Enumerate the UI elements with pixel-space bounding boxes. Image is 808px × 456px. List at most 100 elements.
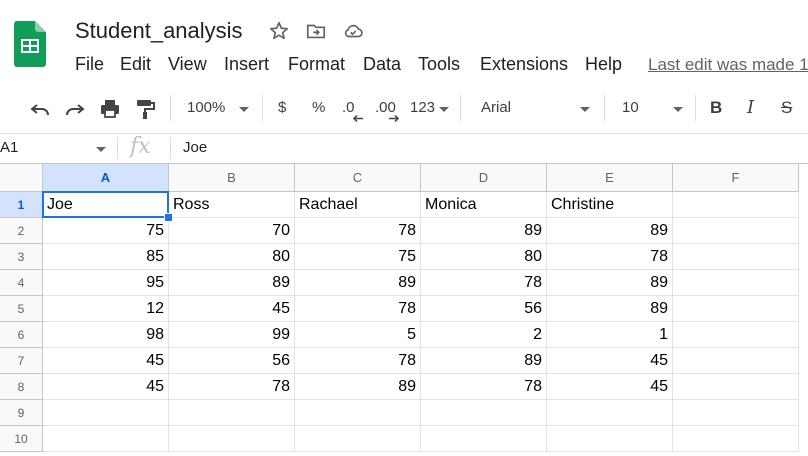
row-header-5[interactable]: 5	[0, 296, 43, 322]
font-size-dropdown-icon[interactable]	[673, 107, 683, 112]
cell-f9[interactable]	[673, 400, 799, 426]
cell-e3[interactable]: 78	[547, 244, 673, 270]
select-all-corner[interactable]	[0, 164, 43, 192]
menu-format[interactable]: Format	[288, 54, 345, 75]
paint-format-icon[interactable]	[133, 97, 157, 121]
cell-e7[interactable]: 45	[547, 348, 673, 374]
document-title[interactable]: Student_analysis	[75, 18, 243, 44]
currency-format-button[interactable]: $	[278, 99, 286, 116]
star-icon[interactable]	[268, 20, 290, 42]
move-to-folder-icon[interactable]	[305, 20, 327, 42]
row-header-2[interactable]: 2	[0, 218, 43, 244]
cell-f10[interactable]	[673, 426, 799, 452]
cell-b9[interactable]	[169, 400, 295, 426]
cell-a10[interactable]	[43, 426, 169, 452]
column-header-a[interactable]: A	[43, 164, 169, 192]
row-header-7[interactable]: 7	[0, 348, 43, 374]
more-formats-button[interactable]: 123	[410, 99, 435, 116]
cell-e10[interactable]	[547, 426, 673, 452]
menu-edit[interactable]: Edit	[120, 54, 151, 75]
cell-d3[interactable]: 80	[421, 244, 547, 270]
redo-icon[interactable]	[63, 97, 87, 121]
last-edit-link[interactable]: Last edit was made 1	[648, 55, 808, 75]
cell-b3[interactable]: 80	[169, 244, 295, 270]
cell-f6[interactable]	[673, 322, 799, 348]
cell-c4[interactable]: 89	[295, 270, 421, 296]
cell-e5[interactable]: 89	[547, 296, 673, 322]
cell-d2[interactable]: 89	[421, 218, 547, 244]
cell-d8[interactable]: 78	[421, 374, 547, 400]
cell-f2[interactable]	[673, 218, 799, 244]
cell-b1[interactable]: Ross	[169, 192, 295, 218]
cell-f5[interactable]	[673, 296, 799, 322]
cell-c9[interactable]	[295, 400, 421, 426]
cell-a2[interactable]: 75	[43, 218, 169, 244]
fill-handle[interactable]	[164, 213, 173, 222]
cell-a9[interactable]	[43, 400, 169, 426]
cell-b7[interactable]: 56	[169, 348, 295, 374]
italic-button[interactable]: I	[747, 97, 754, 118]
cell-c5[interactable]: 78	[295, 296, 421, 322]
more-formats-dropdown-icon[interactable]	[439, 107, 449, 112]
menu-extensions[interactable]: Extensions	[480, 54, 568, 75]
cell-a3[interactable]: 85	[43, 244, 169, 270]
row-header-4[interactable]: 4	[0, 270, 43, 296]
row-header-1[interactable]: 1	[0, 192, 43, 218]
column-header-d[interactable]: D	[421, 164, 547, 192]
cell-c7[interactable]: 78	[295, 348, 421, 374]
cell-c10[interactable]	[295, 426, 421, 452]
cell-b10[interactable]	[169, 426, 295, 452]
column-header-e[interactable]: E	[547, 164, 673, 192]
cell-d1[interactable]: Monica	[421, 192, 547, 218]
cell-f1[interactable]	[673, 192, 799, 218]
formula-input[interactable]: Joe	[183, 139, 207, 156]
font-family-select[interactable]: Arial	[481, 99, 511, 116]
cell-d4[interactable]: 78	[421, 270, 547, 296]
percent-format-button[interactable]: %	[312, 99, 325, 116]
cell-f7[interactable]	[673, 348, 799, 374]
menu-view[interactable]: View	[168, 54, 207, 75]
cell-c8[interactable]: 89	[295, 374, 421, 400]
font-size-select[interactable]: 10	[622, 99, 639, 116]
menu-insert[interactable]: Insert	[224, 54, 269, 75]
cloud-saved-icon[interactable]	[342, 20, 364, 42]
menu-tools[interactable]: Tools	[418, 54, 460, 75]
column-header-b[interactable]: B	[169, 164, 295, 192]
cell-e1[interactable]: Christine	[547, 192, 673, 218]
column-header-c[interactable]: C	[295, 164, 421, 192]
cell-e8[interactable]: 45	[547, 374, 673, 400]
cell-a5[interactable]: 12	[43, 296, 169, 322]
print-icon[interactable]	[98, 97, 122, 121]
name-box-dropdown-icon[interactable]	[96, 147, 106, 152]
row-header-3[interactable]: 3	[0, 244, 43, 270]
zoom-dropdown-icon[interactable]	[239, 107, 249, 112]
cell-a6[interactable]: 98	[43, 322, 169, 348]
cell-a4[interactable]: 95	[43, 270, 169, 296]
cell-d10[interactable]	[421, 426, 547, 452]
cell-a1[interactable]: Joe	[43, 192, 169, 218]
cell-d9[interactable]	[421, 400, 547, 426]
cell-e9[interactable]	[547, 400, 673, 426]
bold-button[interactable]: B	[710, 98, 722, 118]
sheets-logo-icon[interactable]	[14, 21, 46, 67]
cell-b6[interactable]: 99	[169, 322, 295, 348]
cell-c3[interactable]: 75	[295, 244, 421, 270]
cell-e6[interactable]: 1	[547, 322, 673, 348]
cell-c6[interactable]: 5	[295, 322, 421, 348]
cell-a7[interactable]: 45	[43, 348, 169, 374]
row-header-9[interactable]: 9	[0, 400, 43, 426]
cell-b4[interactable]: 89	[169, 270, 295, 296]
cell-b8[interactable]: 78	[169, 374, 295, 400]
zoom-select[interactable]: 100%	[187, 99, 225, 116]
cell-e4[interactable]: 89	[547, 270, 673, 296]
cell-b5[interactable]: 45	[169, 296, 295, 322]
undo-icon[interactable]	[28, 97, 52, 121]
cell-b2[interactable]: 70	[169, 218, 295, 244]
menu-file[interactable]: File	[75, 54, 104, 75]
name-box[interactable]: A1	[0, 139, 18, 156]
cell-c1[interactable]: Rachael	[295, 192, 421, 218]
menu-data[interactable]: Data	[363, 54, 401, 75]
row-header-6[interactable]: 6	[0, 322, 43, 348]
cell-c2[interactable]: 78	[295, 218, 421, 244]
menu-help[interactable]: Help	[585, 54, 622, 75]
